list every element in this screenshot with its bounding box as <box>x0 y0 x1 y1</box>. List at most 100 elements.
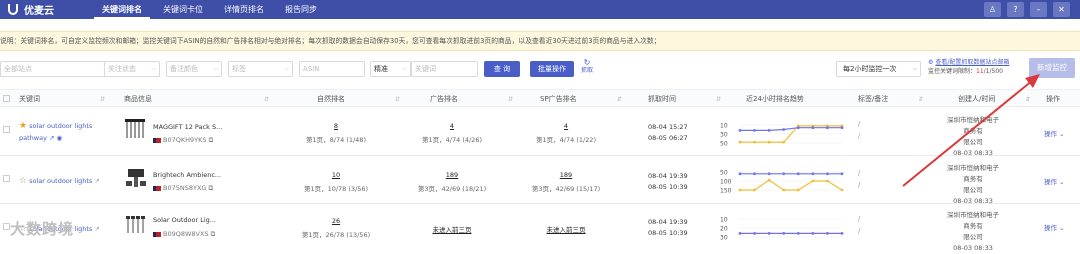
natural-rank[interactable]: 26 <box>296 217 376 225</box>
creator-info: 深圳市恒纳和电子商务有 限公司 08-03 08:33 <box>944 210 1002 254</box>
note-color-select[interactable]: 备注颜色 ⌵ <box>166 61 222 77</box>
row-action-menu[interactable]: 操作 ⌄ <box>1044 176 1065 186</box>
col-crawl-time[interactable]: 抓取时间 ⇵ <box>648 90 721 108</box>
refresh-icon: ↻ <box>583 58 591 67</box>
asin-input[interactable]: ASIN <box>299 61 365 77</box>
product-asin[interactable]: B07QKH9YKS ⧉ <box>153 136 213 145</box>
note-edit-icon[interactable]: ∕ <box>858 181 860 189</box>
row-checkbox[interactable] <box>3 223 10 230</box>
status-select-label: 关注状态 <box>108 65 136 73</box>
sp-rank[interactable]: 189 <box>526 171 606 179</box>
col-trend: 近24小时排名趋势 <box>746 90 804 108</box>
sort-icon: ⇵ <box>1025 96 1031 103</box>
us-flag-icon <box>153 185 161 191</box>
product-title[interactable]: MAGGIFT 12 Pack S... <box>153 123 222 131</box>
chevron-down-icon: ⌄ <box>1059 130 1065 138</box>
crawl-time: 08-04 15:27 08-05 06:27 <box>648 122 688 144</box>
crawl-button[interactable]: ↻ 抓取 <box>578 58 596 75</box>
ad-rank[interactable]: 4 <box>412 122 492 130</box>
sort-icon: ⇵ <box>395 96 401 103</box>
tag-edit-icon[interactable]: ∕ <box>858 215 860 223</box>
nav-tab-keyword-slot[interactable]: 关键词卡位 <box>155 0 211 19</box>
row-checkbox[interactable] <box>3 126 10 133</box>
product-asin[interactable]: B075NS8YXG ⧉ <box>153 184 213 193</box>
ad-rank-point <box>782 140 786 144</box>
nav-tab-detail-rank[interactable]: 详情页排名 <box>216 0 272 19</box>
keyword-link[interactable]: ☆ solar outdoor lights ↗ <box>19 175 119 187</box>
col-creator[interactable]: 创建人/时间 ⇵ <box>958 90 1030 108</box>
ad-rank-point <box>796 188 800 192</box>
match-mode-select[interactable]: 精准 ⌵ <box>370 61 411 77</box>
natural-rank-point <box>811 232 815 235</box>
select-all-checkbox[interactable] <box>3 95 10 102</box>
col-sp-rank[interactable]: SP广告排名 ⇵ <box>540 90 622 108</box>
keyword-link[interactable]: ★ solar outdoor lights pathway ↗ ◉ <box>19 120 114 144</box>
add-monitor-button[interactable]: 新增监控 <box>1029 58 1075 78</box>
site-select[interactable]: 全部站点⌵ <box>0 61 112 77</box>
tag-edit-icon[interactable]: ∕ <box>858 120 860 128</box>
creator-name: 深圳市恒纳和电子商务有 <box>947 211 999 230</box>
config-link-text: 查看/配置抓取数据站点邮箱 <box>935 59 1010 66</box>
col-natural-rank[interactable]: 自然排名 ⇵ <box>317 90 400 108</box>
row-action-menu[interactable]: 操作 ⌄ <box>1044 128 1065 138</box>
sp-rank[interactable]: 未进入前三页 <box>526 224 606 234</box>
config-link[interactable]: ⚙ 查看/配置抓取数据站点邮箱 <box>928 58 1009 67</box>
user-icon[interactable]: ♙ <box>984 2 1001 17</box>
ad-rank[interactable]: 未进入前三页 <box>412 224 492 234</box>
natural-rank[interactable]: 8 <box>296 122 376 130</box>
note-edit-icon[interactable]: ∕ <box>858 132 860 140</box>
nav-tab-report-sync[interactable]: 报告同步 <box>277 0 325 19</box>
col-tag-note[interactable]: 标签/备注 ⇵ <box>858 90 923 108</box>
tag-label: 标签 <box>232 65 246 73</box>
external-link-icon[interactable]: ↗ <box>94 225 99 233</box>
col-product[interactable]: 商品信息 ⇵ <box>124 90 269 108</box>
ad-rank-value: 未进入前三页 <box>432 226 472 234</box>
natural-rank-point <box>767 172 771 176</box>
eye-icon[interactable]: ◉ <box>57 134 63 142</box>
copy-icon[interactable]: ⧉ <box>209 136 214 144</box>
status-select[interactable]: 关注状态 ⌵ <box>104 61 160 77</box>
star-outline-icon[interactable]: ☆ <box>19 176 27 186</box>
natural-rank-point <box>738 129 742 132</box>
product-image <box>125 119 145 138</box>
col-ad-rank[interactable]: 广告排名 ⇵ <box>430 90 513 108</box>
sp-rank-value: 未进入前三页 <box>546 226 586 234</box>
sp-rank[interactable]: 4 <box>526 122 606 130</box>
row-action-menu[interactable]: 操作 ⌄ <box>1044 222 1065 232</box>
col-keyword[interactable]: 关键词 ⇵ <box>19 90 105 108</box>
help-icon[interactable]: ? <box>1007 2 1024 17</box>
monitor-frequency-select[interactable]: 每2小时监控一次 ⌵ <box>836 61 921 77</box>
product-title[interactable]: Brightech Ambienc... <box>153 171 221 179</box>
notice-banner: 说明：关键词排名，可自定义监控频次和邮箱；监控关键词下ASIN的自然和广告排名相… <box>0 31 1080 51</box>
trend-chart[interactable]: 10 20 30 <box>720 214 850 242</box>
trend-chart[interactable]: 10 30 50 <box>720 120 850 148</box>
external-link-icon[interactable]: ↗ <box>49 134 54 142</box>
natural-rank-point <box>796 126 800 130</box>
product-title[interactable]: Solar Outdoor Lig... <box>153 216 216 224</box>
row-checkbox[interactable] <box>3 175 10 182</box>
note-edit-icon[interactable]: ∕ <box>858 227 860 235</box>
natural-rank-value: 26 <box>331 217 341 225</box>
ad-rank-point <box>738 188 742 192</box>
external-link-icon[interactable]: ↗ <box>94 177 99 185</box>
copy-icon[interactable]: ⧉ <box>211 230 216 238</box>
minimize-icon[interactable]: – <box>1030 2 1047 17</box>
creator-info: 深圳市恒纳和电子商务有 限公司 08-03 08:33 <box>944 163 1002 207</box>
natural-rank-point <box>782 172 786 176</box>
ad-rank[interactable]: 189 <box>412 171 492 179</box>
natural-rank[interactable]: 10 <box>296 171 376 179</box>
ad-rank-point <box>811 179 815 183</box>
trend-chart[interactable]: 50 100 150 <box>720 167 850 195</box>
query-button[interactable]: 查 询 <box>484 61 520 77</box>
tag-select[interactable]: 标签 ⌵ <box>228 61 293 77</box>
product-asin[interactable]: B09Q8W8VXS ⧉ <box>153 230 215 239</box>
close-icon[interactable]: ✕ <box>1053 2 1070 17</box>
nav-tab-keyword-rank[interactable]: 关键词排名 <box>94 0 150 19</box>
logo[interactable]: 优麦云 <box>8 2 94 17</box>
crawl-time-latest: 08-04 19:39 <box>648 172 688 180</box>
star-filled-icon[interactable]: ★ <box>19 121 27 131</box>
batch-operate-button[interactable]: 批量操作 <box>530 61 574 77</box>
copy-icon[interactable]: ⧉ <box>209 184 214 192</box>
tag-edit-icon[interactable]: ∕ <box>858 169 860 177</box>
keyword-input[interactable]: 关键词 <box>411 61 478 77</box>
